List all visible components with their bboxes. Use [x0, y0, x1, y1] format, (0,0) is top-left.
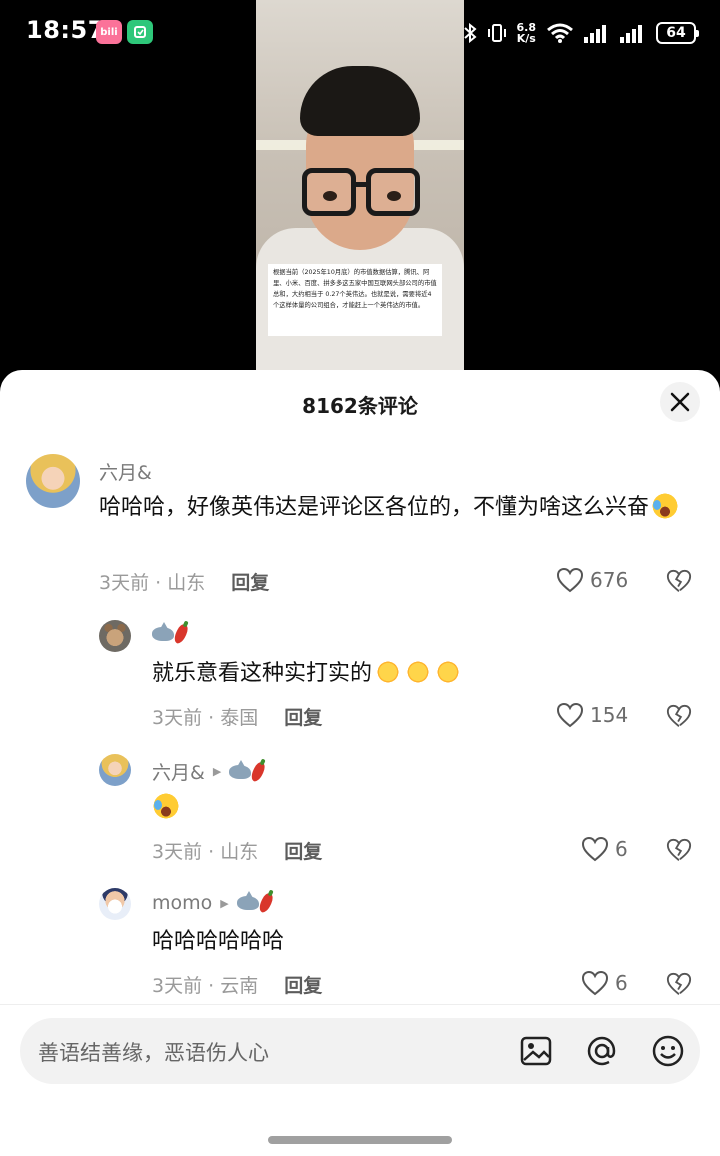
- shark-pepper-emoji-icon: [236, 891, 275, 915]
- home-indicator[interactable]: [268, 1136, 452, 1144]
- like-count: 154: [590, 703, 629, 727]
- reply-comment-item: 六月& ▶ 3天前 · 山东 回复 6: [0, 744, 720, 874]
- comment-text: 就乐意看这种实打实的: [152, 656, 692, 691]
- comment-meta: 3天前 · 云南 回复: [152, 971, 322, 998]
- mi-home-app-icon: [127, 20, 153, 44]
- reply-arrow-icon: ▶: [220, 896, 229, 910]
- comment-username[interactable]: [152, 622, 190, 646]
- comment-input[interactable]: 善语结善缘，恶语伤人心: [20, 1018, 700, 1084]
- bilibili-app-icon: bili: [96, 20, 122, 44]
- like-count: 6: [615, 837, 628, 861]
- reply-button[interactable]: 回复: [284, 703, 322, 730]
- sun-emoji-icon: [374, 658, 403, 686]
- rofl-emoji-icon: [651, 492, 680, 520]
- comment-text: [152, 790, 180, 825]
- like-button[interactable]: 154: [556, 702, 628, 728]
- comment-username[interactable]: momo ▶: [152, 891, 275, 915]
- battery-indicator: 64: [656, 22, 699, 44]
- at-icon[interactable]: [584, 1033, 620, 1069]
- avatar[interactable]: [26, 454, 80, 508]
- heart-outline-icon: [581, 970, 609, 996]
- like-count: 6: [615, 971, 628, 995]
- broken-heart-icon[interactable]: [666, 703, 692, 729]
- shark-pepper-emoji-icon: [229, 759, 268, 783]
- sun-emoji-icon: [434, 658, 463, 686]
- heart-outline-icon: [581, 836, 609, 862]
- heart-outline-icon: [556, 702, 584, 728]
- wifi-icon: [546, 22, 574, 44]
- glasses: [302, 168, 420, 220]
- comment-meta: 3天前 · 泰国 回复: [152, 703, 322, 730]
- comment-username[interactable]: 六月&: [99, 458, 152, 485]
- image-icon[interactable]: [518, 1033, 554, 1069]
- video-caption: 根据当前（2025年10月底）的市值数据估算，腾讯、阿里、小米、百度、拼多多这五…: [268, 264, 442, 336]
- comment-username[interactable]: 六月& ▶: [152, 758, 268, 785]
- rofl-emoji-icon: [152, 792, 180, 820]
- comment-meta: 3天前 · 山东 回复: [99, 568, 269, 595]
- like-button[interactable]: 6: [581, 970, 628, 996]
- avatar[interactable]: [99, 888, 131, 920]
- heart-outline-icon: [556, 567, 584, 593]
- comment-meta: 3天前 · 山东 回复: [152, 837, 322, 864]
- signal-strength-icon-2: [620, 23, 646, 43]
- reply-comment-item: momo ▶ 哈哈哈哈哈哈 3天前 · 云南 回复 6: [0, 878, 720, 1004]
- like-count: 676: [590, 568, 629, 592]
- avatar[interactable]: [99, 620, 131, 652]
- reply-button[interactable]: 回复: [284, 837, 322, 864]
- avatar[interactable]: [99, 754, 131, 786]
- broken-heart-icon[interactable]: [666, 568, 692, 594]
- like-button[interactable]: 6: [581, 836, 628, 862]
- comment-item: 六月& 哈哈哈，好像英伟达是评论区各位的，不懂为啥这么兴奋 3天前 · 山东 回…: [0, 370, 720, 610]
- network-speed: 6.8 K/s: [516, 21, 537, 45]
- person-hair: [300, 66, 420, 136]
- comment-text: 哈哈哈哈哈哈: [152, 929, 285, 954]
- reply-button[interactable]: 回复: [284, 971, 322, 998]
- divider: [0, 1004, 720, 1005]
- bluetooth-icon: [463, 23, 477, 43]
- comment-input-placeholder: 善语结善缘，恶语伤人心: [38, 1041, 269, 1065]
- status-time: 18:57: [26, 16, 105, 44]
- reply-comment-item: 就乐意看这种实打实的 3天前 · 泰国 回复 154: [0, 610, 720, 740]
- vibrate-icon: [487, 23, 507, 43]
- status-icons: N 6.8 K/s 64: [434, 18, 720, 48]
- sun-emoji-icon: [404, 658, 433, 686]
- like-button[interactable]: 676: [556, 567, 628, 593]
- shark-pepper-emoji-icon: [152, 622, 190, 646]
- broken-heart-icon[interactable]: [666, 837, 692, 863]
- broken-heart-icon[interactable]: [666, 971, 692, 997]
- reply-arrow-icon: ▶: [212, 765, 222, 778]
- comments-panel: 8162条评论 六月& 哈哈哈，好像英伟达是评论区各位的，不懂为啥这么兴奋 3天…: [0, 370, 720, 1156]
- reply-button[interactable]: 回复: [231, 568, 269, 595]
- video-player[interactable]: 根据当前（2025年10月底）的市值数据估算，腾讯、阿里、小米、百度、拼多多这五…: [256, 0, 464, 372]
- smiley-icon[interactable]: [650, 1033, 686, 1069]
- comment-text: 哈哈哈，好像英伟达是评论区各位的，不懂为啥这么兴奋: [99, 490, 699, 525]
- signal-strength-icon-1: [584, 23, 610, 43]
